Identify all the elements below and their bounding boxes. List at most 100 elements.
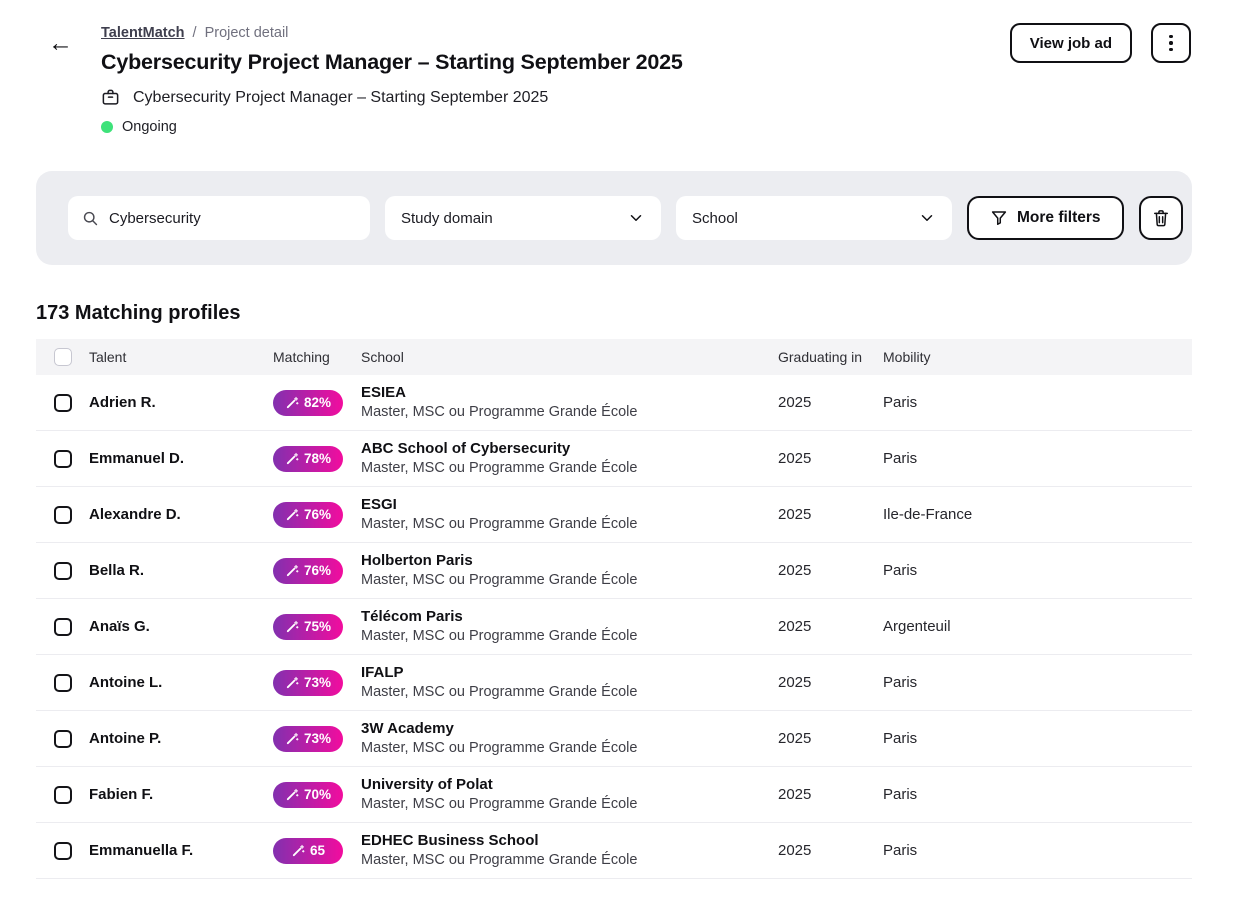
row-checkbox[interactable]: [54, 842, 72, 860]
school-program: Master, MSC ou Programme Grande École: [361, 515, 778, 534]
row-checkbox[interactable]: [54, 562, 72, 580]
search-box: [68, 196, 370, 240]
back-button[interactable]: ←: [48, 32, 72, 54]
column-header-matching: Matching: [273, 349, 361, 365]
graduating-year: 2025: [778, 674, 883, 691]
matching-value: 76%: [304, 563, 331, 578]
table-header-row: Talent Matching School Graduating in Mob…: [36, 339, 1192, 375]
matching-value: 82%: [304, 395, 331, 410]
page-title: Cybersecurity Project Manager – Starting…: [101, 50, 683, 75]
table-body: Adrien R. 82% ESIEA Master, MSC ou Progr…: [36, 375, 1192, 879]
magic-wand-icon: [285, 564, 299, 578]
row-checkbox[interactable]: [54, 394, 72, 412]
school-name: ESIEA: [361, 383, 778, 402]
school-program: Master, MSC ou Programme Grande École: [361, 459, 778, 478]
chevron-down-icon: [918, 209, 936, 227]
page-header: ← TalentMatch / Project detail Cybersecu…: [0, 0, 1233, 135]
magic-wand-icon: [291, 844, 305, 858]
table-row[interactable]: Adrien R. 82% ESIEA Master, MSC ou Progr…: [36, 375, 1192, 431]
matching-badge: 65: [273, 838, 343, 864]
school-program: Master, MSC ou Programme Grande École: [361, 403, 778, 422]
magic-wand-icon: [285, 676, 299, 690]
breadcrumb-root-link[interactable]: TalentMatch: [101, 25, 185, 41]
school-name: IFALP: [361, 663, 778, 682]
table-row[interactable]: Antoine P. 73% 3W Academy Master, MSC ou…: [36, 711, 1192, 767]
column-header-school: School: [361, 349, 778, 365]
matching-badge: 75%: [273, 614, 343, 640]
breadcrumb-separator: /: [193, 25, 197, 41]
school-select-label: School: [692, 210, 738, 227]
graduating-year: 2025: [778, 506, 883, 523]
school-program: Master, MSC ou Programme Grande École: [361, 795, 778, 814]
row-checkbox[interactable]: [54, 618, 72, 636]
talent-name: Antoine P.: [89, 730, 273, 747]
chevron-down-icon: [627, 209, 645, 227]
graduating-year: 2025: [778, 394, 883, 411]
status-dot: [101, 121, 113, 133]
more-options-button[interactable]: [1151, 23, 1191, 63]
trash-icon: [1151, 208, 1171, 228]
school-name: 3W Academy: [361, 719, 778, 738]
matching-value: 76%: [304, 507, 331, 522]
school-program: Master, MSC ou Programme Grande École: [361, 739, 778, 758]
row-checkbox[interactable]: [54, 730, 72, 748]
matching-badge: 82%: [273, 390, 343, 416]
mobility-value: Paris: [883, 730, 1192, 747]
magic-wand-icon: [285, 452, 299, 466]
magic-wand-icon: [285, 508, 299, 522]
matching-badge: 76%: [273, 502, 343, 528]
matching-badge: 76%: [273, 558, 343, 584]
talent-name: Antoine L.: [89, 674, 273, 691]
graduating-year: 2025: [778, 618, 883, 635]
study-domain-select[interactable]: Study domain: [385, 196, 661, 240]
table-row[interactable]: Alexandre D. 76% ESGI Master, MSC ou Pro…: [36, 487, 1192, 543]
talent-name: Adrien R.: [89, 394, 273, 411]
column-header-graduating: Graduating in: [778, 349, 883, 365]
profiles-table: Talent Matching School Graduating in Mob…: [36, 339, 1192, 897]
mobility-value: Paris: [883, 394, 1192, 411]
briefcase-icon: [101, 88, 120, 107]
school-program: Master, MSC ou Programme Grande École: [361, 627, 778, 646]
mobility-value: Paris: [883, 842, 1192, 859]
table-row-partial[interactable]: Sciences Po Paris: [36, 879, 1192, 897]
talent-name: Emmanuella F.: [89, 842, 273, 859]
magic-wand-icon: [285, 788, 299, 802]
graduating-year: 2025: [778, 562, 883, 579]
row-checkbox[interactable]: [54, 450, 72, 468]
view-job-ad-button[interactable]: View job ad: [1010, 23, 1132, 63]
row-checkbox[interactable]: [54, 674, 72, 692]
mobility-value: Paris: [883, 786, 1192, 803]
school-program: Master, MSC ou Programme Grande École: [361, 571, 778, 590]
table-row[interactable]: Emmanuel D. 78% ABC School of Cybersecur…: [36, 431, 1192, 487]
school-name: EDHEC Business School: [361, 831, 778, 850]
study-domain-label: Study domain: [401, 210, 493, 227]
mobility-value: Paris: [883, 450, 1192, 467]
matching-value: 70%: [304, 787, 331, 802]
matching-value: 73%: [304, 731, 331, 746]
results-count-heading: 173 Matching profiles: [36, 302, 1233, 325]
magic-wand-icon: [285, 732, 299, 746]
mobility-value: Paris: [883, 562, 1192, 579]
table-row[interactable]: Anaïs G. 75% Télécom Paris Master, MSC o…: [36, 599, 1192, 655]
search-input[interactable]: [109, 210, 356, 227]
graduating-year: 2025: [778, 786, 883, 803]
table-row[interactable]: Fabien F. 70% University of Polat Master…: [36, 767, 1192, 823]
select-all-checkbox[interactable]: [54, 348, 72, 366]
column-header-talent: Talent: [89, 349, 273, 365]
column-header-mobility: Mobility: [883, 349, 1192, 365]
matching-badge: 78%: [273, 446, 343, 472]
table-row[interactable]: Bella R. 76% Holberton Paris Master, MSC…: [36, 543, 1192, 599]
filter-funnel-icon: [990, 209, 1008, 227]
school-program: Master, MSC ou Programme Grande École: [361, 851, 778, 870]
school-select[interactable]: School: [676, 196, 952, 240]
row-checkbox[interactable]: [54, 506, 72, 524]
row-checkbox[interactable]: [54, 786, 72, 804]
filter-bar: Study domain School More filters: [36, 171, 1192, 265]
clear-filters-button[interactable]: [1139, 196, 1183, 240]
more-filters-button[interactable]: More filters: [967, 196, 1124, 240]
table-row[interactable]: Antoine L. 73% IFALP Master, MSC ou Prog…: [36, 655, 1192, 711]
matching-badge: 70%: [273, 782, 343, 808]
table-row[interactable]: Emmanuella F. 65 EDHEC Business School M…: [36, 823, 1192, 879]
matching-value: 78%: [304, 451, 331, 466]
search-icon: [82, 210, 99, 227]
